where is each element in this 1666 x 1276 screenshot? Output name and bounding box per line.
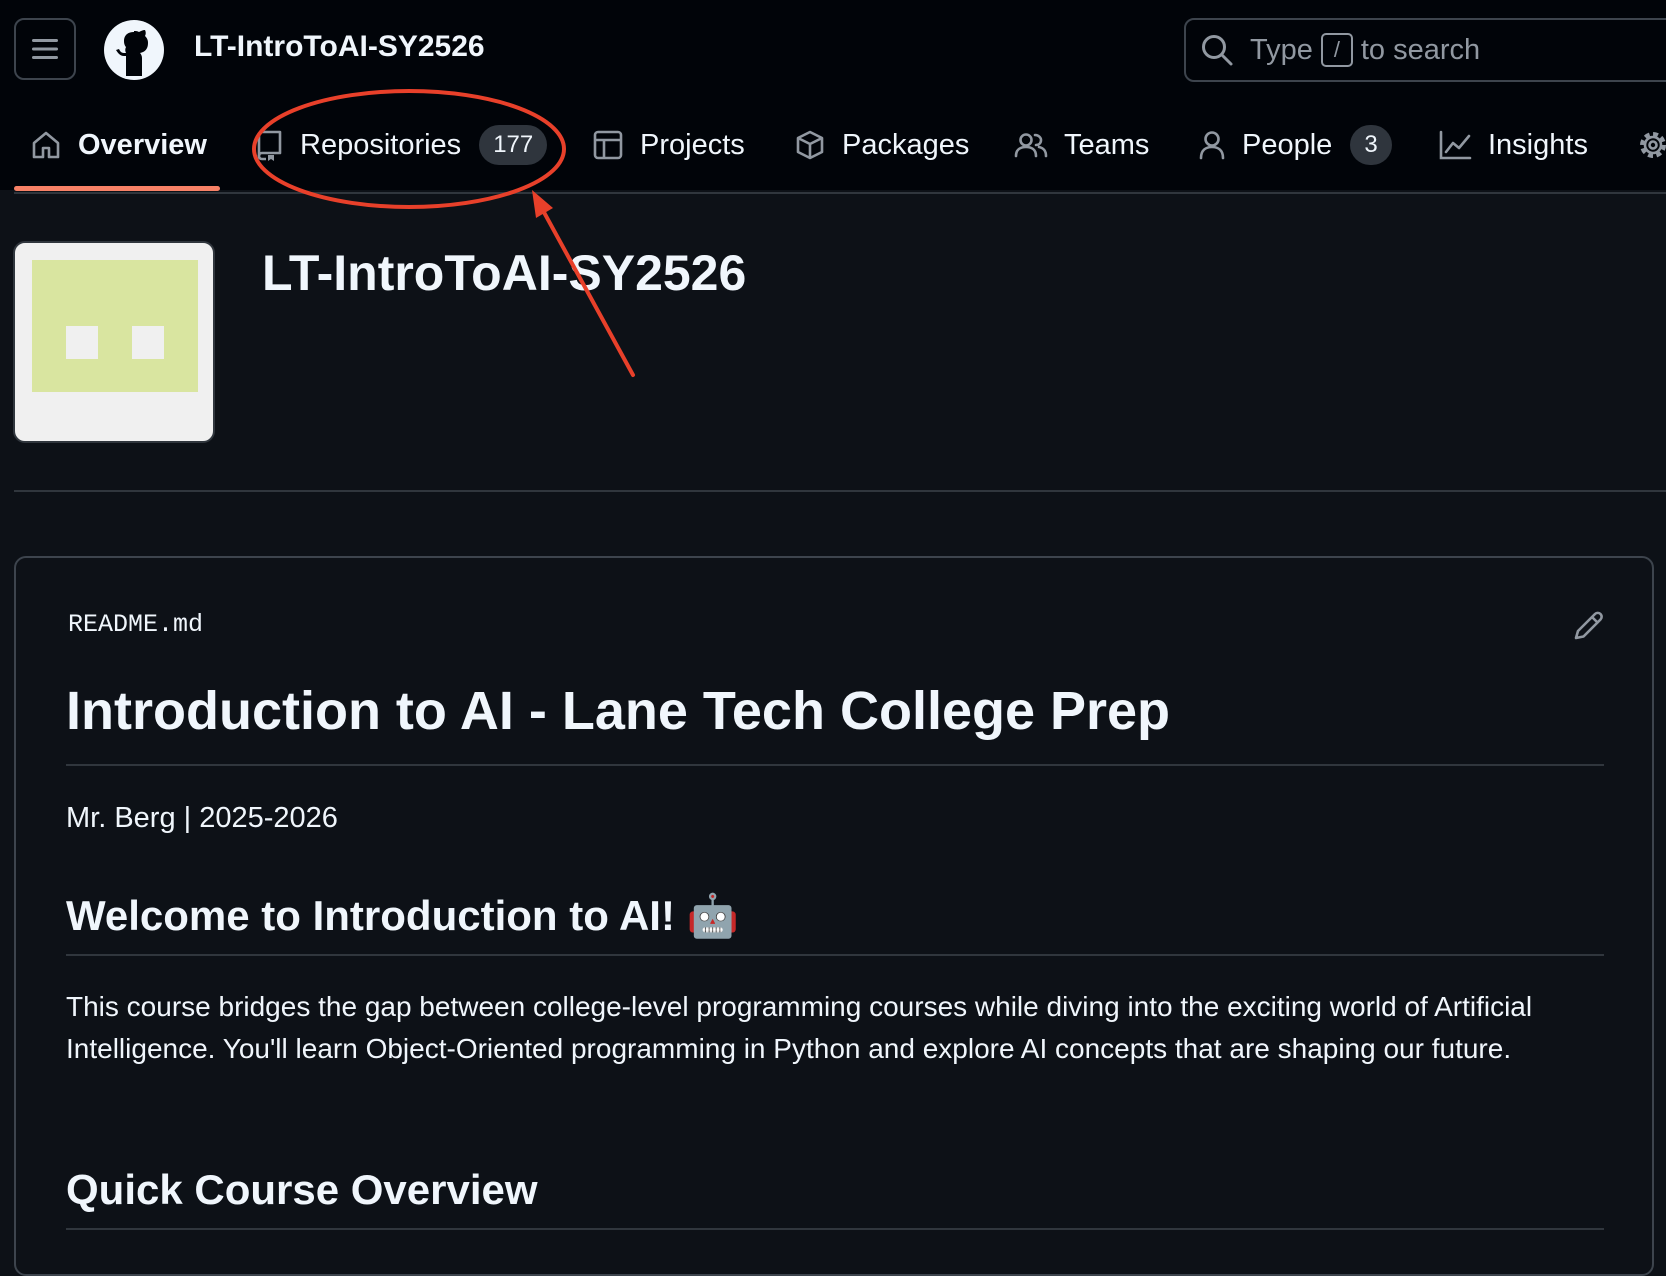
readme-description: This course bridges the gap between coll… bbox=[66, 991, 1533, 1064]
people-count: 3 bbox=[1350, 125, 1392, 165]
person-icon bbox=[1199, 131, 1225, 160]
heading-rule bbox=[66, 1228, 1604, 1230]
hamburger-icon bbox=[32, 39, 58, 59]
header-divider bbox=[14, 490, 1666, 492]
tab-overview[interactable]: Overview bbox=[30, 120, 207, 170]
tab-label: Packages bbox=[842, 128, 970, 161]
tab-label: Projects bbox=[640, 128, 745, 161]
tab-label: People bbox=[1242, 128, 1333, 161]
repo-icon bbox=[257, 130, 282, 161]
tab-people[interactable]: People 3 bbox=[1198, 120, 1392, 170]
repositories-count: 177 bbox=[479, 125, 548, 165]
page-title: LT-IntroToAI-SY2526 bbox=[262, 245, 747, 301]
readme-byline: Mr. Berg | 2025-2026 bbox=[66, 802, 338, 834]
tab-label: Repositories bbox=[300, 128, 462, 161]
org-name-link[interactable]: LT-IntroToAI-SY2526 bbox=[194, 30, 485, 64]
tab-label: Insights bbox=[1488, 128, 1588, 161]
search-input[interactable]: Type / to search bbox=[1184, 18, 1666, 82]
tab-teams[interactable]: Teams bbox=[1014, 120, 1149, 170]
pencil-icon[interactable] bbox=[1570, 608, 1606, 644]
search-icon bbox=[1202, 35, 1233, 66]
home-icon bbox=[32, 131, 60, 159]
people-icon bbox=[1014, 133, 1048, 158]
tab-label: Teams bbox=[1064, 128, 1150, 161]
github-logo-icon[interactable] bbox=[104, 20, 164, 80]
tab-label: Overview bbox=[78, 128, 207, 161]
robot-emoji: 🤖 bbox=[686, 892, 739, 939]
tab-projects[interactable]: Projects bbox=[592, 120, 745, 170]
readme-filename: README.md bbox=[68, 610, 204, 639]
menu-button[interactable] bbox=[14, 18, 76, 80]
heading-rule bbox=[66, 954, 1604, 956]
table-icon bbox=[593, 130, 623, 160]
tab-insights[interactable]: Insights bbox=[1438, 120, 1588, 170]
nav-divider bbox=[14, 192, 1666, 194]
gear-icon bbox=[1640, 132, 1666, 158]
readme-card: README.md Introduction to AI - Lane Tech… bbox=[14, 556, 1654, 1276]
annotation-arrow-head bbox=[532, 190, 553, 218]
heading-rule bbox=[66, 764, 1604, 766]
tab-packages[interactable]: Packages bbox=[794, 120, 969, 170]
identicon-icon bbox=[32, 260, 198, 392]
org-avatar bbox=[13, 241, 215, 443]
welcome-heading-text: Welcome to Introduction to AI! bbox=[66, 892, 675, 939]
package-icon bbox=[796, 130, 824, 160]
search-shortcut-key: / bbox=[1320, 33, 1353, 67]
tab-settings[interactable] bbox=[1636, 120, 1666, 170]
search-placeholder-prefix: Type bbox=[1250, 33, 1313, 66]
search-placeholder-suffix: to search bbox=[1360, 33, 1481, 66]
tab-repositories[interactable]: Repositories 177 bbox=[256, 120, 548, 170]
graph-icon bbox=[1439, 130, 1472, 160]
welcome-heading: Welcome to Introduction to AI! 🤖 bbox=[66, 892, 1604, 941]
readme-heading: Introduction to AI - Lane Tech College P… bbox=[66, 681, 1171, 741]
selected-tab-indicator bbox=[14, 186, 220, 191]
overview-heading: Quick Course Overview bbox=[66, 1166, 538, 1213]
